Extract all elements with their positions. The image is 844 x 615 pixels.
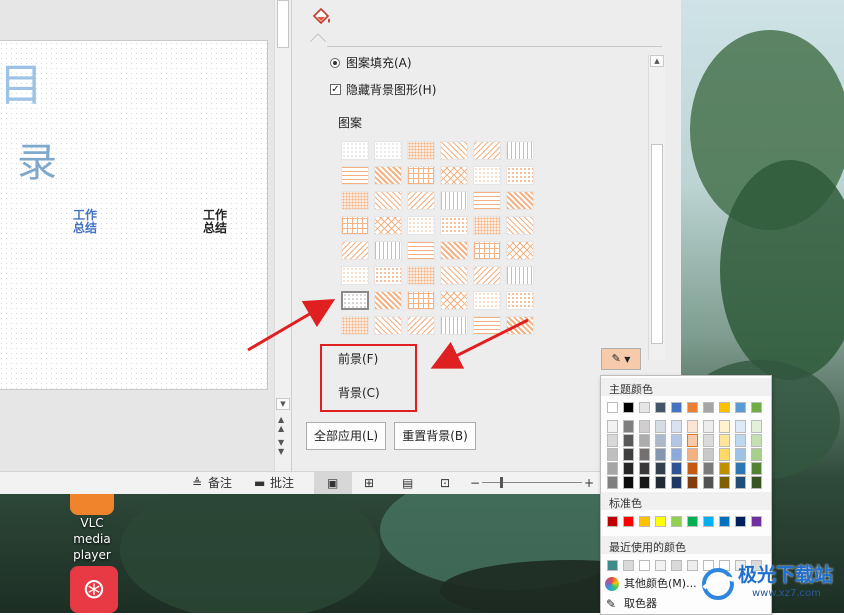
standard-color-swatch[interactable] (671, 516, 682, 527)
recent-color-swatch[interactable] (687, 560, 698, 571)
theme-shade-swatch[interactable] (751, 476, 762, 489)
theme-shade-swatch[interactable] (687, 420, 698, 433)
theme-shade-swatch[interactable] (719, 434, 730, 447)
theme-shade-swatch[interactable] (703, 420, 714, 433)
theme-color-swatch[interactable] (607, 402, 618, 413)
theme-shade-swatch[interactable] (735, 434, 746, 447)
recent-color-swatch[interactable] (671, 560, 682, 571)
theme-shade-swatch[interactable] (671, 434, 682, 447)
theme-shade-swatch[interactable] (719, 420, 730, 433)
theme-shade-swatch[interactable] (671, 462, 682, 475)
theme-color-swatch[interactable] (751, 402, 762, 413)
eyedropper-icon[interactable]: ✎ (606, 597, 616, 611)
theme-shade-swatch[interactable] (735, 476, 746, 489)
theme-shade-swatch[interactable] (607, 448, 618, 461)
theme-shade-swatch[interactable] (607, 434, 618, 447)
theme-color-swatch[interactable] (687, 402, 698, 413)
recent-color-swatch[interactable] (655, 560, 666, 571)
recent-color-swatch[interactable] (623, 560, 634, 571)
theme-color-swatch[interactable] (735, 402, 746, 413)
theme-shade-swatch[interactable] (735, 420, 746, 433)
theme-shade-swatch[interactable] (719, 476, 730, 489)
standard-color-swatch[interactable] (703, 516, 714, 527)
theme-shade-swatch[interactable] (687, 462, 698, 475)
watermark: 极光下载站 www.xz7.com (700, 560, 844, 613)
theme-colors-label: 主题颜色 (609, 383, 653, 396)
standard-color-swatch[interactable] (751, 516, 762, 527)
theme-shade-swatch[interactable] (719, 448, 730, 461)
theme-shade-swatch[interactable] (607, 462, 618, 475)
standard-color-swatch[interactable] (639, 516, 650, 527)
theme-shade-swatch[interactable] (607, 476, 618, 489)
recent-color-swatch[interactable] (607, 560, 618, 571)
theme-shade-swatch[interactable] (671, 476, 682, 489)
watermark-text: 极光下载站 (738, 564, 834, 586)
theme-shade-swatch[interactable] (735, 448, 746, 461)
theme-shade-swatch[interactable] (623, 434, 634, 447)
theme-shade-swatch[interactable] (655, 420, 666, 433)
theme-shade-swatch[interactable] (751, 448, 762, 461)
recent-colors-label: 最近使用的颜色 (609, 541, 686, 554)
theme-color-swatch[interactable] (655, 402, 666, 413)
standard-color-swatch[interactable] (687, 516, 698, 527)
theme-shade-swatch[interactable] (735, 462, 746, 475)
standard-color-swatch[interactable] (655, 516, 666, 527)
theme-shade-swatch[interactable] (671, 420, 682, 433)
theme-shade-swatch[interactable] (719, 462, 730, 475)
standard-color-swatch[interactable] (623, 516, 634, 527)
theme-color-swatch[interactable] (623, 402, 634, 413)
theme-shade-swatch[interactable] (751, 434, 762, 447)
theme-shade-swatch[interactable] (623, 476, 634, 489)
theme-shade-swatch[interactable] (639, 476, 650, 489)
theme-shade-swatch[interactable] (703, 476, 714, 489)
theme-shade-swatch[interactable] (623, 420, 634, 433)
theme-shade-swatch[interactable] (623, 448, 634, 461)
eyedropper-item[interactable]: 取色器 (624, 597, 657, 611)
theme-color-swatch[interactable] (719, 402, 730, 413)
watermark-logo-icon (702, 568, 735, 600)
theme-color-swatch[interactable] (671, 402, 682, 413)
theme-shade-swatch[interactable] (655, 476, 666, 489)
theme-shade-swatch[interactable] (607, 420, 618, 433)
theme-shade-swatch[interactable] (703, 462, 714, 475)
theme-shade-swatch[interactable] (655, 462, 666, 475)
standard-colors-row (601, 516, 771, 530)
arrow-to-pattern (247, 298, 336, 352)
theme-shade-swatch[interactable] (751, 420, 762, 433)
theme-shade-swatch[interactable] (655, 448, 666, 461)
theme-shade-swatch[interactable] (703, 434, 714, 447)
watermark-url: www.xz7.com (752, 588, 821, 599)
theme-shade-swatch[interactable] (639, 462, 650, 475)
theme-shade-swatch[interactable] (639, 420, 650, 433)
standard-colors-label: 标准色 (609, 497, 642, 510)
more-colors-icon[interactable] (605, 577, 619, 591)
theme-shade-swatch[interactable] (751, 462, 762, 475)
theme-shade-swatch[interactable] (623, 462, 634, 475)
theme-color-swatch[interactable] (639, 402, 650, 413)
recent-color-swatch[interactable] (639, 560, 650, 571)
arrow-to-fg-bg (430, 318, 529, 369)
theme-shade-swatch[interactable] (687, 434, 698, 447)
theme-shade-swatch[interactable] (687, 448, 698, 461)
standard-color-swatch[interactable] (719, 516, 730, 527)
standard-color-swatch[interactable] (735, 516, 746, 527)
theme-shade-swatch[interactable] (639, 448, 650, 461)
standard-color-swatch[interactable] (607, 516, 618, 527)
theme-shade-swatch[interactable] (687, 476, 698, 489)
theme-shade-swatch[interactable] (655, 434, 666, 447)
theme-shade-swatch[interactable] (671, 448, 682, 461)
theme-shade-swatch[interactable] (639, 434, 650, 447)
theme-color-swatch[interactable] (703, 402, 714, 413)
theme-shades (601, 420, 771, 490)
theme-top-row (601, 402, 771, 416)
theme-shade-swatch[interactable] (703, 448, 714, 461)
more-colors-item[interactable]: 其他颜色(M)... (624, 577, 697, 591)
